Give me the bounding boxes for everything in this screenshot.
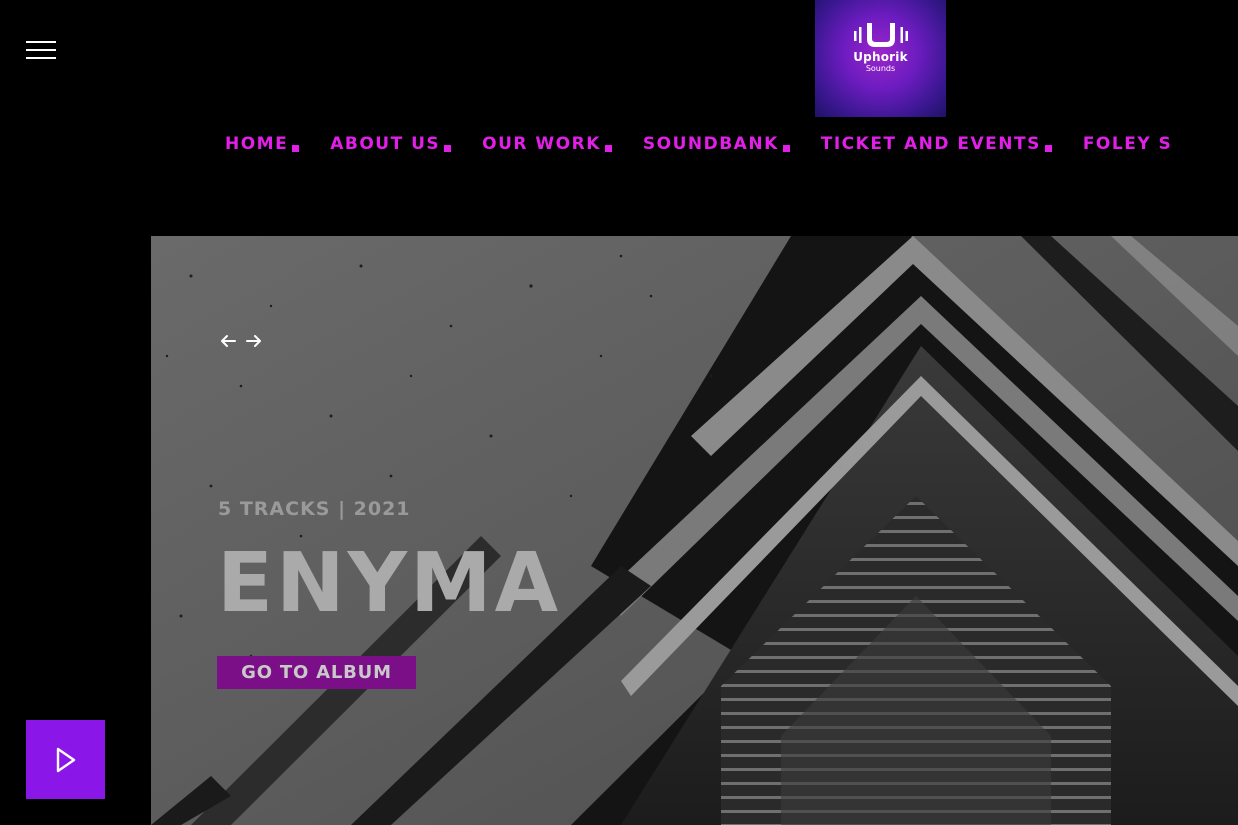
page: Uphorik Sounds HOME ABOUT US OUR WORK SO… <box>0 0 1238 825</box>
logo-subtitle: Sounds <box>865 64 896 73</box>
nav-item-about-us[interactable]: ABOUT US <box>330 132 452 156</box>
nav-item-label: TICKET AND EVENTS <box>820 134 1041 154</box>
nav-item-label: ABOUT US <box>330 134 441 154</box>
nav-item-our-work[interactable]: OUR WORK <box>482 132 612 156</box>
hero-background-image <box>151 236 1238 825</box>
arrow-right-icon[interactable] <box>245 332 263 350</box>
soundwave-u-logo-icon <box>853 23 908 47</box>
logo[interactable]: Uphorik Sounds <box>815 0 946 117</box>
play-button[interactable] <box>26 720 105 799</box>
logo-name: Uphorik <box>853 50 908 64</box>
nav-item-label: FOLEY S <box>1082 134 1173 154</box>
nav-item-ticket-and-events[interactable]: TICKET AND EVENTS <box>821 132 1052 156</box>
nav-item-label: OUR WORK <box>482 134 601 154</box>
main-nav: HOME ABOUT US OUR WORK SOUNDBANK TICKET … <box>225 132 1203 156</box>
hamburger-menu-icon[interactable] <box>26 41 56 61</box>
nav-item-label: SOUNDBANK <box>642 134 779 154</box>
slider-arrows <box>219 332 263 350</box>
nav-dot <box>1044 145 1052 152</box>
nav-item-soundbank[interactable]: SOUNDBANK <box>643 132 790 156</box>
nav-dot <box>604 145 612 152</box>
arrow-left-icon[interactable] <box>219 332 237 350</box>
nav-item-label: HOME <box>225 134 289 154</box>
go-to-album-button[interactable]: GO TO ALBUM <box>217 656 416 689</box>
album-tracks-info: 5 TRACKS | 2021 <box>218 498 411 520</box>
nav-dot <box>782 145 790 152</box>
play-icon <box>56 747 75 772</box>
album-title: ENYMA <box>217 536 562 631</box>
hero-slider: 5 TRACKS | 2021 ENYMA GO TO ALBUM <box>151 236 1238 825</box>
nav-item-foley[interactable]: FOLEY S <box>1083 132 1172 156</box>
nav-dot <box>292 145 300 152</box>
nav-item-home[interactable]: HOME <box>225 132 300 156</box>
nav-dot <box>444 145 452 152</box>
